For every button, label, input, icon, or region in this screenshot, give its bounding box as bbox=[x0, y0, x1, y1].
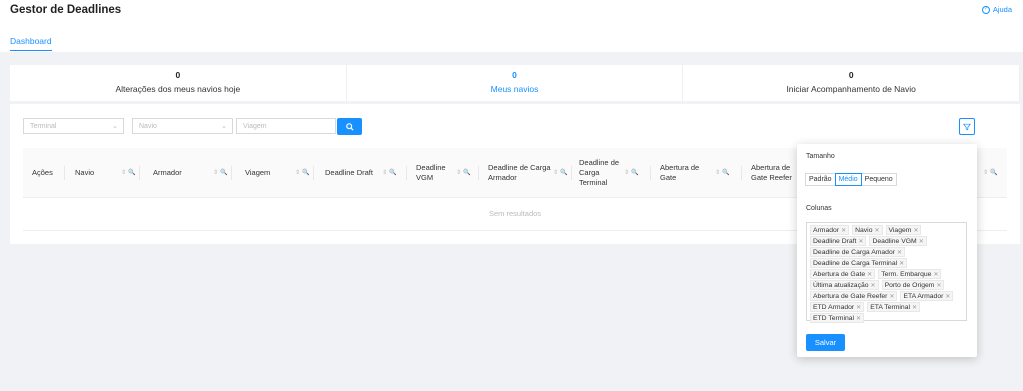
column-tag: Deadline Draft ✕ bbox=[810, 236, 867, 246]
sort-filter-icons[interactable]: ⇕🔍 bbox=[553, 169, 570, 176]
column-tag: Deadline de Carga Terminal ✕ bbox=[810, 258, 908, 268]
filter-icon bbox=[963, 123, 971, 130]
sort-filter-icons[interactable]: ⇕🔍 bbox=[121, 169, 138, 176]
remove-tag-icon[interactable]: ✕ bbox=[871, 282, 876, 289]
column-divider bbox=[741, 166, 742, 180]
stat-count: 0 bbox=[512, 70, 517, 80]
remove-tag-icon[interactable]: ✕ bbox=[945, 293, 950, 300]
stat-start-tracking[interactable]: 0 Iniciar Acompanhamento de Navio bbox=[683, 65, 1021, 101]
column-header[interactable]: Armador bbox=[153, 148, 211, 198]
column-tag: ETA Terminal ✕ bbox=[867, 302, 921, 312]
size-label: Tamanho bbox=[806, 153, 835, 160]
column-tag: Term. Embarque ✕ bbox=[878, 269, 942, 279]
column-tag: Deadline de Carga Amador ✕ bbox=[810, 247, 906, 257]
sort-filter-icons[interactable]: ⇕🔍 bbox=[456, 169, 473, 176]
column-tag: Última atualização ✕ bbox=[810, 280, 879, 290]
sort-filter-icons[interactable]: ⇕🔍 bbox=[624, 169, 641, 176]
column-header[interactable]: Abertura de Gate bbox=[660, 148, 714, 198]
columns-multiselect[interactable]: Armador ✕ Navio ✕ Viagem ✕ Deadline Draft ✕ … bbox=[806, 222, 967, 323]
remove-tag-icon[interactable]: ✕ bbox=[874, 227, 879, 234]
column-tag: Abertura de Gate Reefer ✕ bbox=[810, 291, 898, 301]
save-button[interactable]: Salvar bbox=[806, 334, 845, 351]
sort-filter-icons[interactable]: ⇕🔍 bbox=[715, 169, 732, 176]
column-header[interactable]: Deadline de Carga Armador bbox=[488, 148, 562, 198]
filter-button[interactable] bbox=[959, 118, 975, 135]
chevron-down-icon: ⌄ bbox=[221, 123, 227, 130]
column-divider bbox=[139, 166, 140, 180]
stat-changes-today[interactable]: 0 Alterações dos meus navios hoje bbox=[10, 65, 347, 101]
column-tag: Deadline VGM ✕ bbox=[869, 236, 927, 246]
sort-filter-icons[interactable]: ⇕🔍 bbox=[213, 169, 230, 176]
stat-label: Iniciar Acompanhamento de Navio bbox=[786, 84, 916, 94]
search-icon bbox=[345, 122, 354, 131]
remove-tag-icon[interactable]: ✕ bbox=[856, 315, 861, 322]
chevron-down-icon: ⌄ bbox=[112, 123, 118, 130]
remove-tag-icon[interactable]: ✕ bbox=[867, 271, 872, 278]
stat-label: Meus navios bbox=[490, 84, 539, 94]
sort-filter-icons[interactable]: ⇕🔍 bbox=[983, 169, 1000, 176]
column-header[interactable]: Viagem bbox=[245, 148, 293, 198]
terminal-placeholder: Terminal bbox=[30, 122, 57, 130]
column-header[interactable]: Deadline de Carga Terminal bbox=[579, 148, 625, 198]
help-label: Ajuda bbox=[992, 5, 1012, 14]
remove-tag-icon[interactable]: ✕ bbox=[897, 249, 902, 256]
column-tag: Porto de Origem ✕ bbox=[881, 280, 945, 290]
column-divider bbox=[313, 166, 314, 180]
column-tag: Abertura de Gate ✕ bbox=[810, 269, 876, 279]
navio-placeholder: Navio bbox=[139, 122, 157, 130]
stat-my-ships[interactable]: 0 Meus navios bbox=[346, 65, 684, 101]
stat-count: 0 bbox=[848, 70, 854, 80]
viagem-placeholder: Viagem bbox=[243, 122, 267, 130]
column-header[interactable]: Deadline VGM bbox=[416, 148, 452, 198]
terminal-select[interactable]: Terminal ⌄ bbox=[23, 118, 124, 134]
column-divider bbox=[571, 166, 572, 180]
table-settings-popover: Tamanho Padrão Médio Pequeno Colunas Arm… bbox=[797, 144, 977, 357]
help-link[interactable]: ? Ajuda bbox=[981, 5, 1012, 14]
sort-filter-icons[interactable]: ⇕🔍 bbox=[295, 169, 312, 176]
column-tag: ETD Terminal ✕ bbox=[810, 313, 865, 323]
column-divider bbox=[650, 166, 651, 180]
app-title: Gestor de Deadlines bbox=[10, 4, 122, 16]
tab-dashboard[interactable]: Dashboard bbox=[10, 36, 52, 51]
remove-tag-icon[interactable]: ✕ bbox=[936, 282, 941, 289]
column-divider bbox=[478, 166, 479, 180]
column-header[interactable]: Navio bbox=[75, 148, 120, 198]
size-option-pequeno[interactable]: Pequeno bbox=[860, 173, 897, 186]
remove-tag-icon[interactable]: ✕ bbox=[913, 227, 918, 234]
remove-tag-icon[interactable]: ✕ bbox=[889, 293, 894, 300]
column-divider bbox=[231, 166, 232, 180]
stats-bar: 0 Alterações dos meus navios hoje 0 Meus… bbox=[10, 65, 1021, 101]
search-button[interactable] bbox=[337, 118, 362, 135]
size-selector: Padrão Médio Pequeno bbox=[805, 173, 897, 186]
remove-tag-icon[interactable]: ✕ bbox=[912, 304, 917, 311]
column-tag: Navio ✕ bbox=[852, 225, 883, 235]
remove-tag-icon[interactable]: ✕ bbox=[858, 238, 863, 245]
stat-label: Alterações dos meus navios hoje bbox=[115, 84, 241, 94]
viagem-input[interactable]: Viagem bbox=[236, 118, 336, 134]
column-tag: ETD Armador ✕ bbox=[810, 302, 865, 312]
columns-label: Colunas bbox=[806, 205, 832, 212]
size-option-medio[interactable]: Médio bbox=[834, 173, 862, 186]
column-tag: ETA Armador ✕ bbox=[900, 291, 954, 301]
help-icon: ? bbox=[981, 5, 990, 14]
top-bar: Gestor de Deadlines ? Ajuda Dashboard bbox=[0, 0, 1023, 52]
remove-tag-icon[interactable]: ✕ bbox=[856, 304, 861, 311]
remove-tag-icon[interactable]: ✕ bbox=[899, 260, 904, 267]
navio-select[interactable]: Navio ⌄ bbox=[132, 118, 233, 134]
column-tag: Armador ✕ bbox=[810, 225, 850, 235]
column-tag: Viagem ✕ bbox=[885, 225, 922, 235]
column-divider bbox=[406, 166, 407, 180]
remove-tag-icon[interactable]: ✕ bbox=[919, 238, 924, 245]
column-divider bbox=[64, 166, 65, 180]
column-header[interactable]: Deadline Draft bbox=[325, 148, 381, 198]
sort-filter-icons[interactable]: ⇕🔍 bbox=[382, 169, 399, 176]
size-option-padrao[interactable]: Padrão bbox=[805, 173, 836, 186]
remove-tag-icon[interactable]: ✕ bbox=[841, 227, 846, 234]
remove-tag-icon[interactable]: ✕ bbox=[933, 271, 938, 278]
stat-count: 0 bbox=[175, 70, 181, 80]
